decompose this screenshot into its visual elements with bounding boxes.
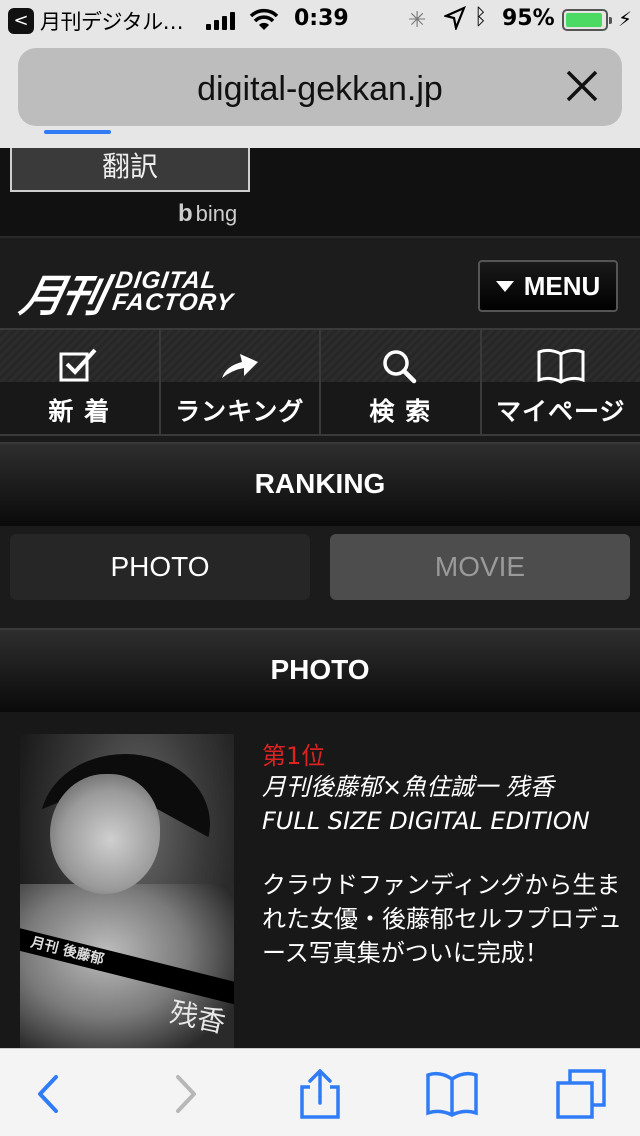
status-bar: < 月刊デジタル… 0:39 ✳ ᛒ 95% ⚡ xyxy=(0,0,640,40)
page-load-progress xyxy=(44,130,112,134)
check-icon xyxy=(59,348,97,382)
site-logo[interactable]: 月刊 DIGITAL FACTORY xyxy=(16,260,238,324)
bing-b-icon: b xyxy=(178,200,193,227)
battery-level xyxy=(566,13,603,27)
ranking-section-header: RANKING xyxy=(0,442,640,526)
nav-label-ranking: ランキング xyxy=(175,397,305,426)
browser-toolbar xyxy=(0,1048,640,1136)
share-icon[interactable] xyxy=(290,1069,350,1119)
search-icon xyxy=(383,350,417,384)
tab-photo[interactable]: PHOTO xyxy=(10,534,310,600)
logo-kanji: 月刊 xyxy=(15,271,107,322)
back-icon[interactable] xyxy=(22,1069,82,1119)
photo-section-header: PHOTO xyxy=(0,628,640,712)
translate-button[interactable]: 翻訳 xyxy=(10,148,250,192)
battery-icon xyxy=(562,9,612,31)
back-chevron-icon: < xyxy=(8,8,34,34)
ranking-item-description: クラウドファンディングから生まれた女優・後藤郁セルフプロデュース写真集がついに完… xyxy=(262,871,622,967)
translate-widget: 翻訳 b bing xyxy=(0,148,640,236)
nav-item-mypage[interactable]: マイページ xyxy=(481,330,640,434)
nav-item-new[interactable]: 新 着 xyxy=(0,330,161,434)
location-icon xyxy=(444,6,466,30)
tab-movie[interactable]: MOVIE xyxy=(330,534,630,600)
title-line-1: 月刊後藤郁×魚住誠一 残香 xyxy=(262,773,554,801)
thumbnail-face xyxy=(50,774,160,894)
rank-number: 第1位 xyxy=(262,742,326,770)
site-header: 月刊 DIGITAL FACTORY MENU xyxy=(0,236,640,328)
bluetooth-icon: ᛒ xyxy=(474,5,488,30)
url-text[interactable]: digital-gekkan.jp xyxy=(18,70,622,109)
activity-spinner-icon: ✳ xyxy=(408,8,427,33)
nav-label-mypage: マイページ xyxy=(495,397,626,426)
address-bar[interactable]: digital-gekkan.jp xyxy=(18,48,622,134)
forward-icon[interactable] xyxy=(156,1069,216,1119)
status-time: 0:39 xyxy=(294,6,349,31)
caret-down-icon xyxy=(495,280,514,292)
bookmarks-icon[interactable] xyxy=(422,1069,482,1119)
nav-label-new: 新 着 xyxy=(48,397,111,426)
tabs-icon[interactable] xyxy=(552,1069,612,1119)
wifi-icon xyxy=(249,8,279,30)
book-icon xyxy=(537,348,585,384)
back-app-name: 月刊デジタル… xyxy=(40,10,184,34)
stop-loading-icon[interactable] xyxy=(562,66,602,106)
charging-icon: ⚡ xyxy=(618,7,633,31)
ranking-item-thumbnail[interactable]: 月刊 後藤郁 残香 xyxy=(20,734,234,1048)
logo-line-2: FACTORY xyxy=(110,289,236,316)
battery-percent: 95% xyxy=(502,6,555,31)
menu-button[interactable]: MENU xyxy=(478,260,618,312)
nav-label-search: 検 索 xyxy=(369,397,432,426)
ranking-item-title[interactable]: 月刊後藤郁×魚住誠一 残香 FULL SIZE DIGITAL EDITION xyxy=(262,770,632,838)
logo-text: DIGITAL FACTORY xyxy=(110,267,238,316)
bing-logo: b bing xyxy=(178,200,237,228)
title-line-2: FULL SIZE DIGITAL EDITION xyxy=(262,807,590,835)
ranking-tabs: PHOTO MOVIE xyxy=(0,526,640,628)
nav-item-ranking[interactable]: ランキング xyxy=(160,330,321,434)
main-nav: 新 着 ランキング 検 索 マイページ xyxy=(0,328,640,436)
bing-label: bing xyxy=(195,201,238,226)
nav-item-search[interactable]: 検 索 xyxy=(321,330,482,434)
arrow-icon xyxy=(221,354,258,378)
back-to-app-link[interactable]: < 月刊デジタル… xyxy=(8,6,184,36)
menu-label: MENU xyxy=(523,270,601,301)
cellular-signal-icon xyxy=(206,10,235,30)
ranking-list: 月刊 後藤郁 残香 第1位 月刊後藤郁×魚住誠一 残香 FULL SIZE DI… xyxy=(0,712,640,1048)
browser-address-area: digital-gekkan.jp xyxy=(0,40,640,148)
